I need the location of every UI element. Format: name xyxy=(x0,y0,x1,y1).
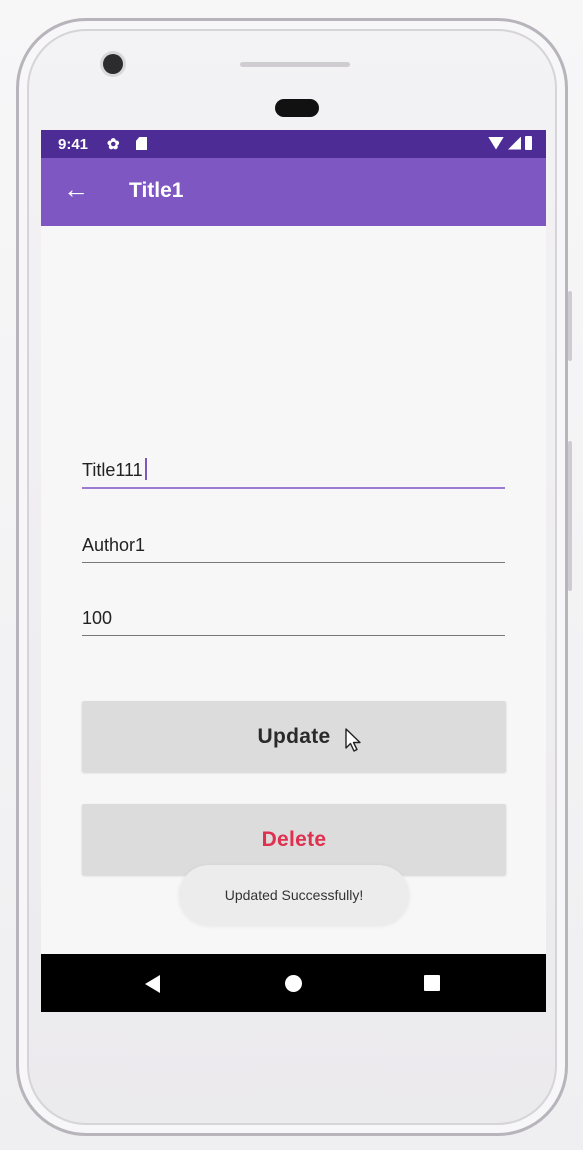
toast-text: Updated Successfully! xyxy=(224,887,364,903)
top-speaker xyxy=(240,62,350,67)
signal-icon xyxy=(508,136,521,150)
delete-button-label: Delete xyxy=(261,827,327,851)
title-field-value: Title111 xyxy=(82,460,143,480)
mouse-pointer-icon xyxy=(345,728,361,752)
status-indicators xyxy=(488,136,532,150)
screenshot-stage: 9:41 ✿ ← Title1 Title111 Author1 100 Upd… xyxy=(0,0,583,1150)
title-field[interactable]: Title111 xyxy=(82,458,505,489)
front-camera xyxy=(103,54,123,74)
update-button[interactable]: Update xyxy=(82,701,506,772)
sd-card-icon xyxy=(136,137,147,150)
system-nav-bar xyxy=(41,954,546,1012)
wifi-icon xyxy=(488,136,504,150)
price-field[interactable]: 100 xyxy=(82,608,505,636)
app-bar: ← Title1 xyxy=(41,158,546,226)
status-time: 9:41 xyxy=(58,136,89,153)
title-field-underline xyxy=(82,487,505,489)
gear-icon: ✿ xyxy=(107,136,120,153)
toast-message: Updated Successfully! xyxy=(179,865,409,925)
battery-icon xyxy=(525,136,532,150)
text-caret xyxy=(144,458,147,480)
price-field-value: 100 xyxy=(82,608,113,628)
volume-rocker xyxy=(568,441,572,591)
author-field-underline xyxy=(82,562,505,563)
price-field-underline xyxy=(82,635,505,636)
nav-back-icon[interactable] xyxy=(145,975,160,993)
device-screen: 9:41 ✿ ← Title1 Title111 Author1 100 Upd… xyxy=(41,130,546,1012)
earpiece xyxy=(275,99,319,117)
author-field-value: Author1 xyxy=(82,535,146,555)
arrow-left-icon[interactable]: ← xyxy=(63,176,89,202)
status-bar: 9:41 ✿ xyxy=(41,130,546,158)
nav-recents-icon[interactable] xyxy=(424,975,440,991)
update-button-label: Update xyxy=(257,724,331,748)
power-button xyxy=(568,291,572,361)
page-title: Title1 xyxy=(129,179,184,202)
author-field[interactable]: Author1 xyxy=(82,535,505,563)
nav-home-icon[interactable] xyxy=(285,975,302,992)
